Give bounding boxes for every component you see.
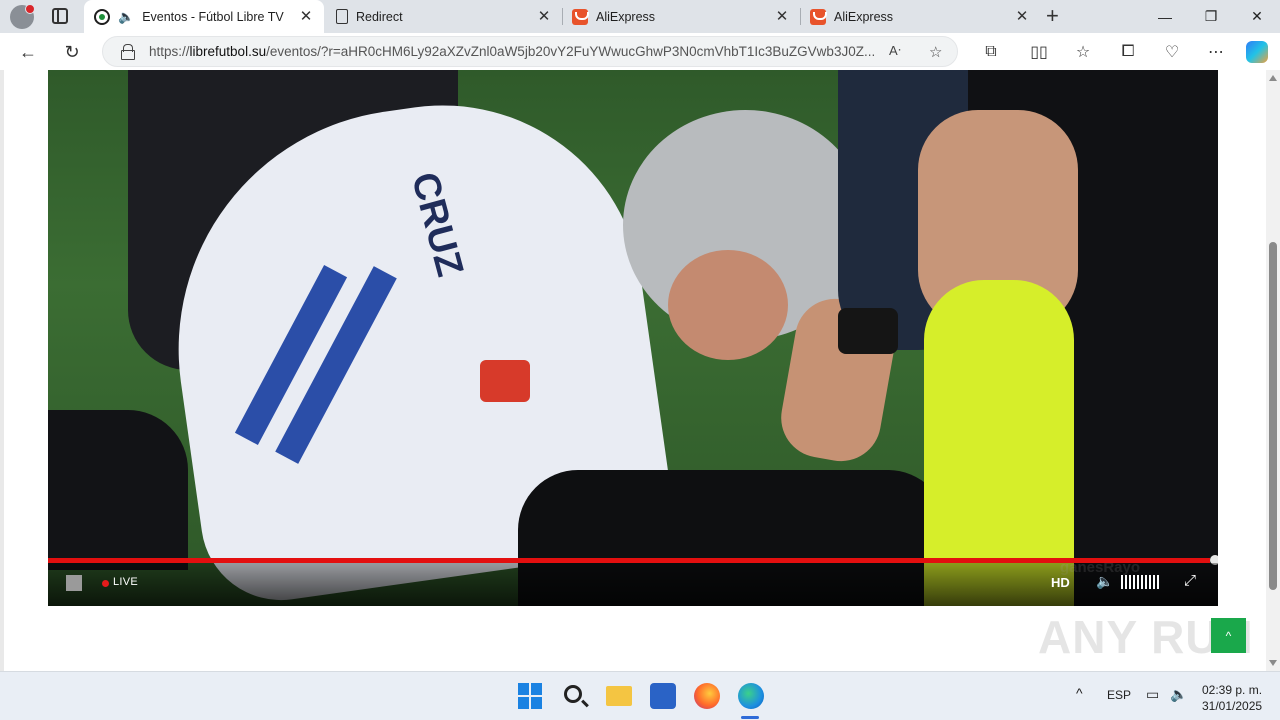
tab-title: Redirect — [356, 9, 403, 24]
tab-eventos[interactable]: 🔈 Eventos - Fútbol Libre TV ✕ — [84, 0, 324, 33]
clock[interactable]: 02:39 p. m. 31/01/2025 — [1202, 682, 1262, 714]
volume-icon[interactable]: 🔈 — [1170, 686, 1187, 703]
favorite-star-icon[interactable]: ☆ — [929, 43, 942, 61]
fullscreen-icon[interactable]: ⤢ — [1184, 572, 1196, 589]
close-tab-icon[interactable]: ✕ — [1014, 8, 1030, 25]
tab-aliexpress-2[interactable]: AliExpress ✕ — [800, 0, 1040, 33]
url-scheme: https:// — [149, 44, 190, 59]
navigation-bar: ← ↻ https://librefutbol.su/eventos/?r=aH… — [0, 33, 1280, 70]
maximize-button[interactable]: ❐ — [1188, 0, 1234, 33]
lock-icon[interactable] — [121, 44, 135, 60]
video-player[interactable]: CRUZ ganesRayo LIVE HD 🔈 ⤢ — [48, 70, 1218, 606]
browser-essentials-icon[interactable]: ♡ — [1160, 40, 1184, 64]
soccer-ball-icon — [94, 8, 110, 25]
url-host: librefutbol.su — [189, 44, 267, 59]
read-aloud-icon[interactable]: Aᐧ — [889, 43, 901, 59]
profile-avatar[interactable] — [10, 4, 35, 29]
quality-button[interactable]: HD — [1051, 575, 1070, 590]
copilot-icon[interactable] — [1246, 41, 1268, 63]
speaker-icon[interactable]: 🔈 — [118, 9, 134, 25]
live-label: LIVE — [113, 576, 139, 588]
tab-redirect[interactable]: Redirect ✕ — [326, 0, 562, 33]
aliexpress-icon — [810, 8, 827, 25]
close-tab-icon[interactable]: ✕ — [774, 8, 790, 25]
speaker-icon[interactable]: 🔈 — [1096, 573, 1113, 590]
tab-strip: 🔈 Eventos - Fútbol Libre TV ✕ Redirect ✕… — [0, 0, 1280, 33]
extensions-icon[interactable]: ⧉ — [979, 40, 1003, 64]
collections-icon[interactable]: ⧠ — [1116, 40, 1140, 64]
live-dot-icon — [102, 580, 109, 587]
tab-actions-icon[interactable] — [52, 8, 68, 24]
aliexpress-icon — [572, 8, 589, 25]
video-frame: CRUZ — [48, 70, 1218, 606]
volume-slider[interactable] — [1121, 575, 1161, 589]
minimize-button[interactable]: — — [1142, 0, 1188, 33]
split-screen-icon[interactable]: ▯▯ — [1027, 40, 1051, 64]
tab-aliexpress-1[interactable]: AliExpress ✕ — [562, 0, 800, 33]
tray-overflow-icon[interactable]: ^ — [1076, 685, 1083, 701]
close-window-button[interactable]: ✕ — [1234, 0, 1280, 33]
back-button[interactable]: ← — [14, 39, 42, 65]
new-tab-button[interactable]: + — [1046, 5, 1059, 27]
clock-date: 31/01/2025 — [1202, 699, 1263, 713]
search-icon[interactable] — [564, 685, 582, 703]
more-menu-icon[interactable]: ⋯ — [1204, 40, 1228, 64]
page-icon — [336, 9, 348, 24]
store-icon[interactable] — [650, 683, 676, 709]
taskbar: ^ ESP ▭ 🔈 02:39 p. m. 31/01/2025 — [0, 671, 1280, 720]
page-viewport: CRUZ ganesRayo LIVE HD 🔈 ⤢ — [0, 70, 1280, 671]
player-controls: LIVE HD 🔈 ⤢ — [48, 563, 1218, 606]
vertical-scrollbar[interactable] — [1266, 70, 1280, 671]
file-explorer-icon[interactable] — [606, 686, 632, 706]
close-tab-icon[interactable]: ✕ — [298, 8, 314, 25]
scroll-thumb[interactable] — [1269, 242, 1277, 590]
scroll-up-arrow-icon[interactable] — [1269, 75, 1277, 81]
network-icon[interactable]: ▭ — [1146, 686, 1159, 703]
close-tab-icon[interactable]: ✕ — [536, 8, 552, 25]
language-indicator[interactable]: ESP — [1107, 688, 1131, 702]
tab-title: Eventos - Fútbol Libre TV — [142, 9, 284, 24]
windows-start-icon[interactable] — [518, 683, 544, 709]
stop-button[interactable] — [66, 575, 82, 591]
scroll-down-arrow-icon[interactable] — [1269, 660, 1277, 666]
tab-title: AliExpress — [596, 9, 656, 24]
tab-title: AliExpress — [834, 9, 894, 24]
url-path: /eventos/?r=aHR0cHM6Ly92aXZvZnl0aW5jb20v… — [266, 44, 876, 59]
url-text[interactable]: https://librefutbol.su/eventos/?r=aHR0cH… — [149, 44, 879, 59]
favorites-icon[interactable]: ☆ — [1071, 40, 1095, 64]
address-bar[interactable]: https://librefutbol.su/eventos/?r=aHR0cH… — [102, 36, 958, 67]
firefox-icon[interactable] — [694, 683, 720, 709]
scroll-to-top-button[interactable]: ^ — [1211, 618, 1246, 653]
clock-time: 02:39 p. m. — [1202, 683, 1263, 697]
refresh-button[interactable]: ↻ — [58, 39, 86, 65]
edge-icon[interactable] — [738, 683, 764, 709]
active-app-indicator — [741, 716, 759, 719]
